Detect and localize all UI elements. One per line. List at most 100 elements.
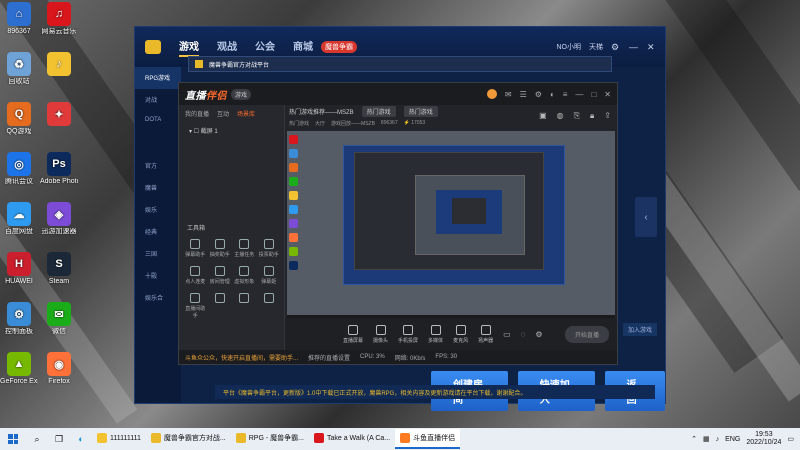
language-indicator[interactable]: ENG	[725, 436, 740, 443]
sidebar-item[interactable]: 十殿	[135, 265, 181, 287]
scene-item[interactable]: ▾ ☐ 截屏 1	[179, 122, 284, 139]
desktop-icon-left-4[interactable]: ☁ 百度网盘	[0, 202, 38, 236]
settings-icon[interactable]: ⚙	[611, 42, 621, 52]
sidebar-item[interactable]: 娱乐合	[135, 287, 181, 309]
tab-interact[interactable]: 互动	[217, 109, 229, 118]
tray-arrow-icon[interactable]: ⌃	[691, 435, 697, 443]
toolbox-item[interactable]	[208, 293, 233, 319]
tab-scenes[interactable]: 场景库	[237, 109, 255, 118]
taskbar-app[interactable]: RPG - 魔兽争霸...	[231, 429, 309, 449]
nav-tab-guild[interactable]: 公会	[255, 38, 275, 57]
user-name[interactable]: NO小明	[557, 42, 582, 52]
desktop-icon-left-7[interactable]: ▲ GeForce Experience	[0, 352, 38, 386]
sidebar-item[interactable]	[135, 133, 181, 155]
desktop-icon-right-7[interactable]: ◉ Firefox	[40, 352, 78, 386]
notification-icon[interactable]: ▭	[787, 435, 794, 443]
taskbar-app[interactable]: Take a Walk (A Ca...	[309, 429, 395, 449]
subcategory-pill[interactable]: 热门游戏	[403, 105, 438, 117]
camera-small-icon[interactable]: ▭	[503, 330, 511, 339]
platform-subwindow-titlebar[interactable]: 魔兽争霸官方对战平台	[188, 56, 612, 72]
toolbox-item[interactable]	[232, 293, 257, 319]
toolbox-item[interactable]: 投票助手	[257, 239, 282, 258]
toolbox-item[interactable]	[257, 293, 282, 319]
start-button[interactable]	[0, 434, 26, 444]
desktop-icon-right-5[interactable]: S Steam	[40, 252, 78, 286]
nav-tab-watch[interactable]: 观战	[217, 38, 237, 57]
source-button[interactable]: 手机投屏	[398, 324, 418, 344]
gear-icon[interactable]: ⚙	[535, 330, 542, 339]
toolbox-item[interactable]: 虚拟形象	[232, 266, 257, 285]
sidebar-item[interactable]: 三国	[135, 243, 181, 265]
desktop-icon-right-4[interactable]: ◈ 迅游加速器	[40, 202, 78, 236]
sidebar-item[interactable]: 娱乐	[135, 199, 181, 221]
beauty-icon[interactable]: ◌	[521, 330, 526, 339]
stream-preview[interactable]	[287, 131, 615, 323]
nav-tab-game[interactable]: 游戏	[179, 38, 199, 57]
taskbar-app[interactable]: 斗鱼直播伴侣	[395, 429, 461, 449]
join-game-hint[interactable]: 加入游戏	[622, 323, 657, 336]
sidebar-item[interactable]: 对战	[135, 89, 181, 111]
search-icon[interactable]: ⌕	[26, 434, 48, 445]
sidebar-item[interactable]: 魔兽	[135, 177, 181, 199]
toolbox-item[interactable]: 弹幕助手	[183, 239, 208, 258]
source-button[interactable]: 扬声器	[478, 324, 493, 344]
clock[interactable]: 19:53 2022/10/24	[746, 431, 781, 447]
layer-icon[interactable]: ▣	[539, 111, 547, 121]
desktop-icon-left-5[interactable]: H HUAWEI	[0, 252, 38, 286]
status-item[interactable]: 斗鱼众公众，快速开启直播间，需要助手...	[185, 353, 298, 362]
toolbox-item[interactable]: 主播任务	[232, 239, 257, 258]
chat-icon[interactable]: ☰	[520, 90, 527, 99]
desktop-icon-left-0[interactable]: ⌂ 896367	[0, 2, 38, 36]
nav-tab-shop[interactable]: 商城	[293, 38, 313, 57]
taskbar-app[interactable]: 魔兽争霸官方对战...	[146, 429, 231, 449]
avatar[interactable]	[486, 89, 497, 99]
room-title[interactable]: 热门游戏推荐——MSZB	[289, 107, 354, 116]
screenshot-icon[interactable]: ⎘	[574, 111, 580, 121]
desktop-icon-left-2[interactable]: Q QQ游戏	[0, 102, 38, 136]
sidebar-item[interactable]: 官方	[135, 155, 181, 177]
mail-icon[interactable]: ✉	[505, 90, 512, 99]
desktop-icon-right-0[interactable]: ♫ 网易云音乐	[40, 2, 78, 36]
taskbar-folder[interactable]: 111111111	[92, 429, 146, 449]
maximize-icon[interactable]: □	[591, 90, 596, 99]
desktop-icon-right-3[interactable]: Ps Adobe Photoshop	[40, 152, 78, 186]
version-badge[interactable]: 游戏	[231, 88, 252, 100]
sidebar-item[interactable]: DOTA	[135, 111, 181, 133]
record-icon[interactable]: ◍	[557, 111, 564, 121]
edge-icon[interactable]: ◐	[70, 434, 92, 444]
toolbox-item[interactable]: 房间管理	[208, 266, 233, 285]
menu-icon[interactable]: ≡	[563, 90, 568, 99]
source-button[interactable]: 多媒体	[428, 324, 443, 344]
skin-icon[interactable]: ◐	[550, 90, 555, 99]
source-button[interactable]: 麦克风	[453, 324, 468, 344]
category-pill[interactable]: 热门游戏	[361, 105, 396, 117]
start-live-button[interactable]: 开始直播	[564, 325, 609, 343]
share-icon[interactable]: ⇪	[604, 111, 611, 121]
collapse-arrow-icon[interactable]: ‹	[635, 197, 657, 237]
network-icon[interactable]: ▦	[703, 435, 710, 443]
status-item[interactable]: 推荐的直播设置	[308, 353, 350, 362]
sidebar-item[interactable]: RPG游戏	[135, 67, 181, 89]
tab-my-live[interactable]: 我的直播	[185, 109, 209, 118]
toolbox-item[interactable]: 直播间助手	[183, 293, 208, 319]
event-badge[interactable]: 魔兽争霸	[321, 41, 357, 53]
sidebar-item[interactable]: 经典	[135, 221, 181, 243]
minimize-icon[interactable]: —	[575, 90, 583, 99]
source-button[interactable]: 直播屏幕	[343, 324, 363, 344]
task-view-icon[interactable]: ❐	[48, 434, 70, 445]
desktop-icon-left-3[interactable]: ◎ 腾讯会议	[0, 152, 38, 186]
toolbox-item[interactable]: 抽奖助手	[208, 239, 233, 258]
close-icon[interactable]: ✕	[604, 90, 611, 99]
minimize-icon[interactable]: —	[629, 42, 639, 52]
close-icon[interactable]: ✕	[647, 42, 657, 52]
toolbox-item[interactable]: 弹幕姬	[257, 266, 282, 285]
toolbox-item[interactable]: 点人连麦	[183, 266, 208, 285]
source-button[interactable]: 摄像头	[373, 324, 388, 344]
desktop-icon-left-6[interactable]: ⚙ 控制面板	[0, 302, 38, 336]
volume-icon[interactable]: ♪	[716, 436, 720, 443]
ladder-link[interactable]: 天梯	[589, 42, 603, 52]
desktop-icon-right-2[interactable]: ✦	[40, 102, 78, 128]
desktop-icon-right-6[interactable]: ✉ 微信	[40, 302, 78, 336]
settings-icon[interactable]: ⚙	[535, 90, 542, 99]
lock-icon[interactable]: 🔒︎	[590, 111, 594, 121]
